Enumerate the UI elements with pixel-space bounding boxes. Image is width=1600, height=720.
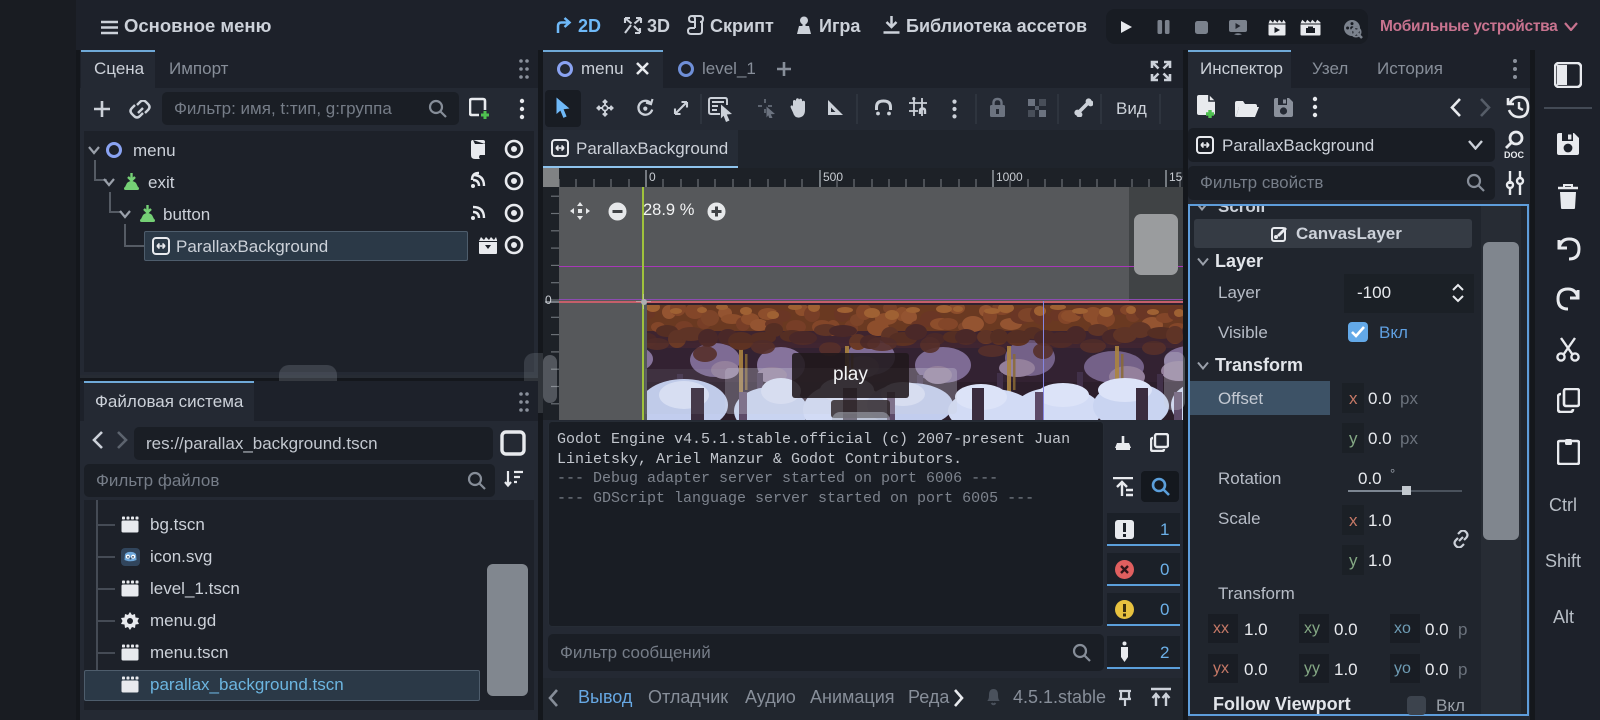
svg-text:500: 500 [823, 170, 843, 184]
svg-text:DOC: DOC [1504, 150, 1525, 160]
svg-text:150: 150 [1169, 170, 1183, 184]
svg-text:1000: 1000 [996, 170, 1023, 184]
svg-text:0: 0 [649, 170, 656, 184]
